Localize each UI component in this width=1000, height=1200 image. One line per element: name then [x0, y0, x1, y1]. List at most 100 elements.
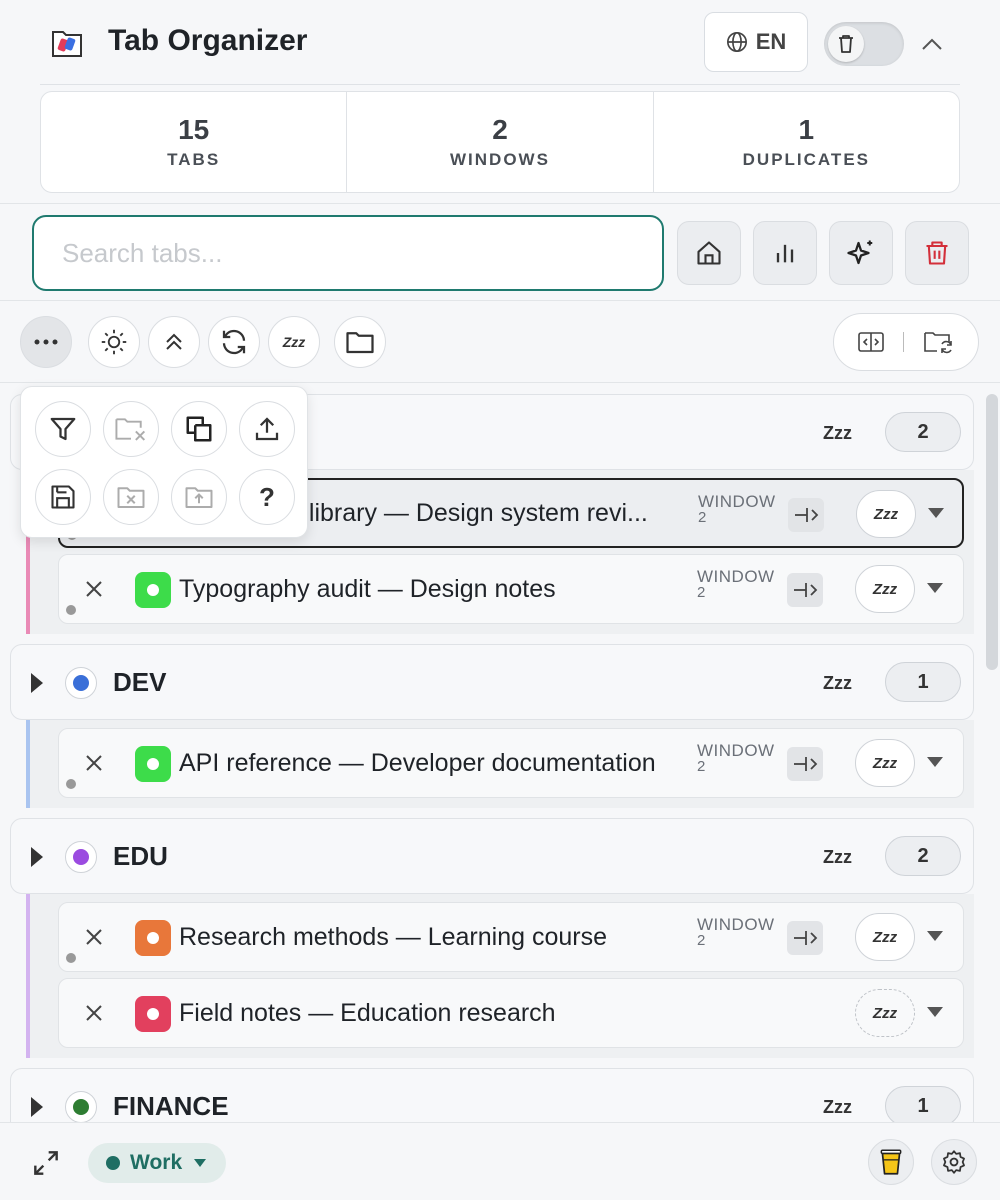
move-tab-button[interactable]	[788, 498, 824, 532]
gear-icon	[943, 1150, 965, 1174]
list-scrollbar[interactable]	[984, 392, 1000, 1122]
upload-folder-button[interactable]	[171, 469, 227, 525]
move-window-icon	[794, 757, 818, 771]
export-button[interactable]	[239, 401, 295, 457]
tab-menu-caret-icon[interactable]	[927, 931, 943, 941]
stats-button[interactable]	[753, 221, 817, 285]
duplicate-button[interactable]	[171, 401, 227, 457]
tab-menu-caret-icon[interactable]	[928, 508, 944, 518]
snooze-button[interactable]: Zzz	[268, 316, 320, 368]
close-tab-button[interactable]	[81, 924, 107, 950]
window-number: 2	[698, 509, 707, 526]
tab-row[interactable]: Typography audit — Design notes WINDOW 2 …	[58, 554, 964, 624]
delete-all-button[interactable]	[905, 221, 969, 285]
group-snooze-button[interactable]: Zzz	[823, 423, 852, 444]
move-window-icon	[794, 583, 818, 597]
expand-button[interactable]	[30, 1147, 62, 1179]
group-color-dot	[65, 667, 97, 699]
tab-row[interactable]: Research methods — Learning course WINDO…	[58, 902, 964, 972]
close-tab-button[interactable]	[81, 750, 107, 776]
tab-title: Research methods — Learning course	[179, 923, 608, 951]
group-snooze-button[interactable]: Zzz	[823, 1097, 852, 1118]
workspace-selector[interactable]: Work	[88, 1143, 226, 1183]
delete-mode-toggle[interactable]	[824, 22, 904, 66]
more-actions-button[interactable]	[20, 316, 72, 368]
group-header-edu[interactable]: EDU Zzz 2	[10, 818, 974, 894]
stat-windows: 2 WINDOWS	[347, 92, 654, 192]
tab-snooze-button[interactable]: Zzz	[855, 989, 915, 1037]
group-snooze-button[interactable]: Zzz	[823, 847, 852, 868]
group-header-dev[interactable]: DEV Zzz 1	[10, 644, 974, 720]
tab-menu-caret-icon[interactable]	[927, 757, 943, 767]
delete-folder-button[interactable]	[103, 469, 159, 525]
close-icon	[86, 929, 102, 945]
favicon-icon	[135, 572, 171, 608]
close-icon	[86, 755, 102, 771]
move-tab-button[interactable]	[787, 921, 823, 955]
help-button[interactable]: ?	[239, 469, 295, 525]
save-session-button[interactable]	[35, 469, 91, 525]
stat-duplicates: 1 DUPLICATES	[654, 92, 959, 192]
bar-chart-icon	[776, 244, 794, 263]
expand-caret-icon[interactable]	[31, 847, 43, 867]
scroll-thumb[interactable]	[986, 394, 998, 670]
tab-snooze-button[interactable]: Zzz	[855, 739, 915, 787]
window-label: WINDOW 2	[697, 915, 775, 949]
tab-menu-caret-icon[interactable]	[927, 1007, 943, 1017]
window-number: 2	[697, 932, 706, 949]
upload-icon	[255, 417, 279, 441]
expand-caret-icon[interactable]	[31, 673, 43, 693]
move-tab-button[interactable]	[787, 747, 823, 781]
more-actions-popover: ?	[20, 386, 308, 538]
folder-upload-icon	[185, 487, 213, 508]
stat-tabs: 15 TABS	[41, 92, 348, 192]
tab-title: t library — Design system revi...	[295, 499, 648, 527]
close-icon	[86, 581, 102, 597]
move-window-icon	[794, 931, 818, 945]
tab-menu-caret-icon[interactable]	[927, 583, 943, 593]
filter-icon	[50, 417, 76, 441]
window-label: WINDOW 2	[698, 492, 776, 526]
stats-panel: 15 TABS 2 WINDOWS 1 DUPLICATES	[40, 91, 960, 193]
group-snooze-button[interactable]: Zzz	[823, 673, 852, 694]
split-view-button[interactable]	[857, 330, 885, 354]
close-tab-button[interactable]	[81, 1000, 107, 1026]
close-tab-button[interactable]	[81, 576, 107, 602]
folder-button[interactable]	[334, 316, 386, 368]
group-tab-count: 2	[885, 412, 961, 452]
collapse-header-button[interactable]	[914, 26, 950, 62]
more-dots-icon	[34, 339, 58, 345]
close-icon	[86, 1005, 102, 1021]
stat-label: WINDOWS	[450, 150, 550, 169]
stat-value: 1	[798, 114, 815, 145]
settings-button[interactable]	[931, 1139, 977, 1185]
group-header-finance[interactable]: FINANCE Zzz 1	[10, 1068, 974, 1122]
ai-organize-button[interactable]	[829, 221, 893, 285]
group-color-dot	[65, 1091, 97, 1122]
favicon-icon	[135, 920, 171, 956]
search-input[interactable]	[32, 215, 664, 291]
tab-snooze-button[interactable]: Zzz	[855, 913, 915, 961]
refresh-icon	[222, 329, 246, 355]
filter-button[interactable]	[35, 401, 91, 457]
tab-snooze-button[interactable]: Zzz	[856, 490, 916, 538]
refresh-button[interactable]	[208, 316, 260, 368]
expand-caret-icon[interactable]	[31, 1097, 43, 1117]
collapse-all-button[interactable]	[148, 316, 200, 368]
tab-row[interactable]: Field notes — Education research Zzz	[58, 978, 964, 1048]
move-tab-button[interactable]	[787, 573, 823, 607]
theme-button[interactable]	[88, 316, 140, 368]
close-folder-button[interactable]	[103, 401, 159, 457]
group-tab-count: 1	[885, 1086, 961, 1122]
home-button[interactable]	[677, 221, 741, 285]
tab-row[interactable]: API reference — Developer documentation …	[58, 728, 964, 798]
donate-button[interactable]	[868, 1139, 914, 1185]
tab-status-dot	[66, 605, 76, 615]
tab-snooze-button[interactable]: Zzz	[855, 565, 915, 613]
sync-folder-button[interactable]	[923, 328, 955, 356]
language-button[interactable]: EN	[704, 12, 808, 72]
workspace-label: Work	[130, 1151, 183, 1174]
group-name: DEV	[113, 667, 167, 697]
trash-icon	[839, 35, 853, 53]
group-body: Research methods — Learning course WINDO…	[26, 894, 974, 1058]
